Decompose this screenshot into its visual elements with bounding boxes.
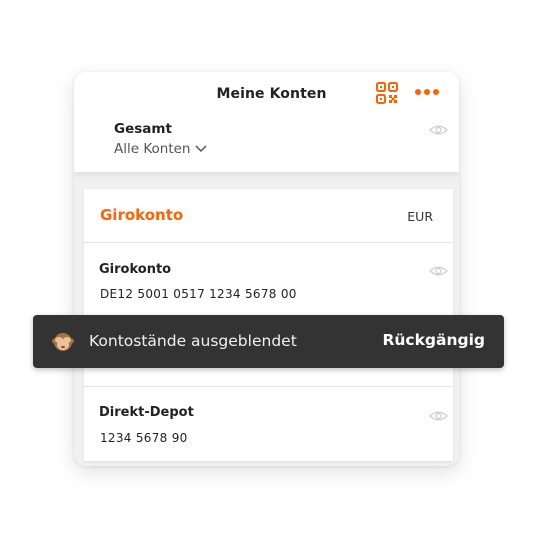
account-name: Direkt-Depot: [99, 405, 194, 420]
see-no-evil-monkey-icon: [52, 333, 74, 351]
account-name: Girokonto: [99, 262, 172, 277]
account-number: 1234 5678 90: [100, 431, 188, 445]
total-label: Gesamt: [114, 121, 172, 137]
chevron-down-icon: [194, 145, 207, 153]
currency-label: EUR: [407, 209, 433, 224]
undo-button[interactable]: Rückgängig: [382, 331, 485, 349]
snackbar-message: Kontostände ausgeblendet: [89, 332, 297, 350]
eye-icon[interactable]: [429, 410, 448, 422]
divider: [84, 386, 453, 387]
account-filter-label: Alle Konten: [114, 141, 191, 157]
account-number: DE12 5001 0517 1234 5678 00: [100, 287, 297, 301]
top-bar: Meine Konten Gesamt Alle Konten: [74, 72, 459, 172]
section-title: Girokonto: [100, 206, 184, 224]
eye-icon[interactable]: [429, 124, 448, 136]
accounts-screen: Meine Konten Gesamt Alle Konten Girokont…: [74, 72, 459, 466]
page-title: Meine Konten: [216, 86, 327, 102]
account-filter-dropdown[interactable]: Alle Konten: [114, 141, 207, 157]
qr-code-icon[interactable]: [376, 82, 398, 104]
section-header: Girokonto EUR: [84, 189, 453, 243]
snackbar: Kontostände ausgeblendet Rückgängig: [33, 315, 504, 368]
eye-icon[interactable]: [429, 265, 448, 277]
more-dots-icon[interactable]: [415, 82, 439, 102]
